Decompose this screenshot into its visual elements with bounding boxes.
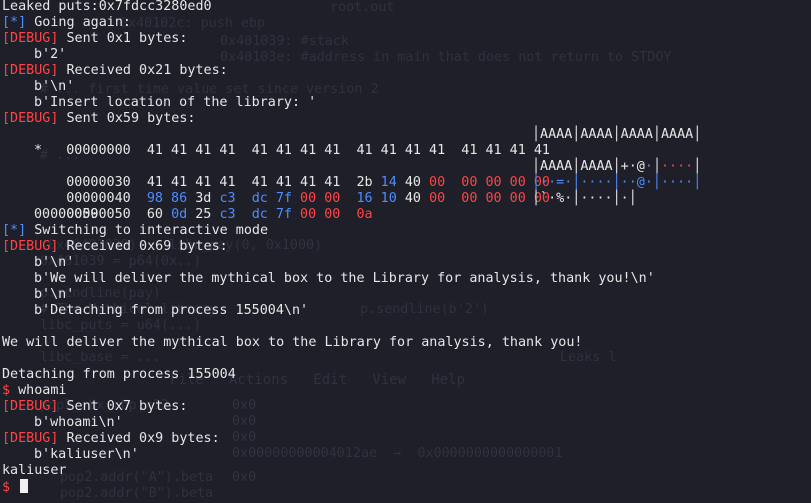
- line-text: Received 0x9 bytes:: [58, 431, 220, 446]
- debug-tag: [DEBUG]: [2, 239, 59, 254]
- terminal-line: $ whoami: [2, 383, 808, 399]
- hex-ascii: │··=·│····│··@·│····│: [532, 175, 702, 190]
- debug-tag: [DEBUG]: [2, 63, 59, 78]
- terminal-line: b'\n': [34, 287, 75, 302]
- terminal-line: kaliuser: [2, 463, 67, 478]
- command-input[interactable]: [10, 480, 18, 495]
- line-text: Switching to interactive mode: [26, 223, 269, 238]
- terminal-line: [DEBUG] Sent 0x59 bytes:: [2, 111, 808, 127]
- line-text: Sent 0x1 bytes:: [58, 31, 188, 46]
- terminal-line: Detaching from process 155004: [2, 367, 236, 382]
- typed-command: whoami: [10, 383, 67, 398]
- terminal-line: [DEBUG] Received 0x21 bytes:: [2, 63, 808, 79]
- terminal-line: [DEBUG] Received 0x69 bytes:: [2, 239, 808, 255]
- terminal-line: [DEBUG] Sent 0x7 bytes:: [2, 399, 808, 415]
- terminal-line: b'whoami\n': [34, 415, 123, 430]
- terminal-line: b'2': [34, 47, 67, 62]
- hexdump-row: 00000030 41 41 41 41 41 41 41 41 2b 14 4…: [2, 159, 808, 190]
- hexdump-row: 00000040 98 86 3d c3 dc 7f 00 00 16 10 4…: [2, 175, 808, 206]
- terminal-line: b'\n': [34, 79, 75, 94]
- debug-tag: [DEBUG]: [2, 31, 59, 46]
- info-tag: [*]: [2, 223, 27, 238]
- terminal-line: [DEBUG] Received 0x9 bytes:: [2, 431, 808, 447]
- hex-ascii: │AAAA│AAAA│AAAA│AAAA│: [532, 127, 702, 142]
- debug-tag: [DEBUG]: [2, 111, 59, 126]
- hexdump-repeat-marker: *: [34, 143, 43, 158]
- terminal-line: [*] Going again:: [2, 15, 808, 31]
- line-text: Sent 0x7 bytes:: [58, 399, 188, 414]
- command-input-line[interactable]: $: [2, 479, 808, 495]
- terminal-line: b'We will deliver the mythical box to th…: [34, 271, 655, 286]
- terminal-line: We will deliver the mythical box to the …: [2, 335, 583, 350]
- info-tag: [*]: [2, 15, 27, 30]
- debug-tag: [DEBUG]: [2, 431, 59, 446]
- hexdump-row: 00000000 41 41 41 41 41 41 41 41 41 41 4…: [2, 127, 808, 158]
- terminal-line: Leaked puts:0x7fdcc3280ed0: [2, 0, 212, 14]
- terminal-line: b'\n': [34, 255, 75, 270]
- terminal-line: [*] Switching to interactive mode: [2, 223, 808, 239]
- line-text: Received 0x21 bytes:: [58, 63, 228, 78]
- terminal-line: b'Detaching from process 155004\n': [34, 303, 309, 318]
- terminal-line: b'Insert location of the library: ': [34, 95, 317, 110]
- line-text: Going again:: [26, 15, 131, 30]
- line-text: Received 0x69 bytes:: [58, 239, 228, 254]
- debug-tag: [DEBUG]: [2, 399, 59, 414]
- hexdump-row: 00000050 60 0d 25 c3 dc 7f 00 00 0a │`·%·…: [2, 191, 808, 222]
- hex-ascii: │AAAA│AAAA│+·@·│····│: [532, 159, 702, 174]
- text-cursor: [20, 479, 29, 493]
- hex-ascii: │`·%·│····│·│: [532, 191, 637, 206]
- terminal-line: [DEBUG] Sent 0x1 bytes:: [2, 31, 808, 47]
- terminal-output[interactable]: Leaked puts:0x7fdcc3280ed0 [*] Going aga…: [2, 0, 808, 495]
- terminal-line: b'kaliuser\n': [34, 447, 139, 462]
- shell-prompt: $: [2, 480, 11, 495]
- shell-prompt: $: [2, 383, 11, 398]
- hexdump-end-offset: 00000059: [34, 207, 99, 222]
- line-text: Sent 0x59 bytes:: [58, 111, 196, 126]
